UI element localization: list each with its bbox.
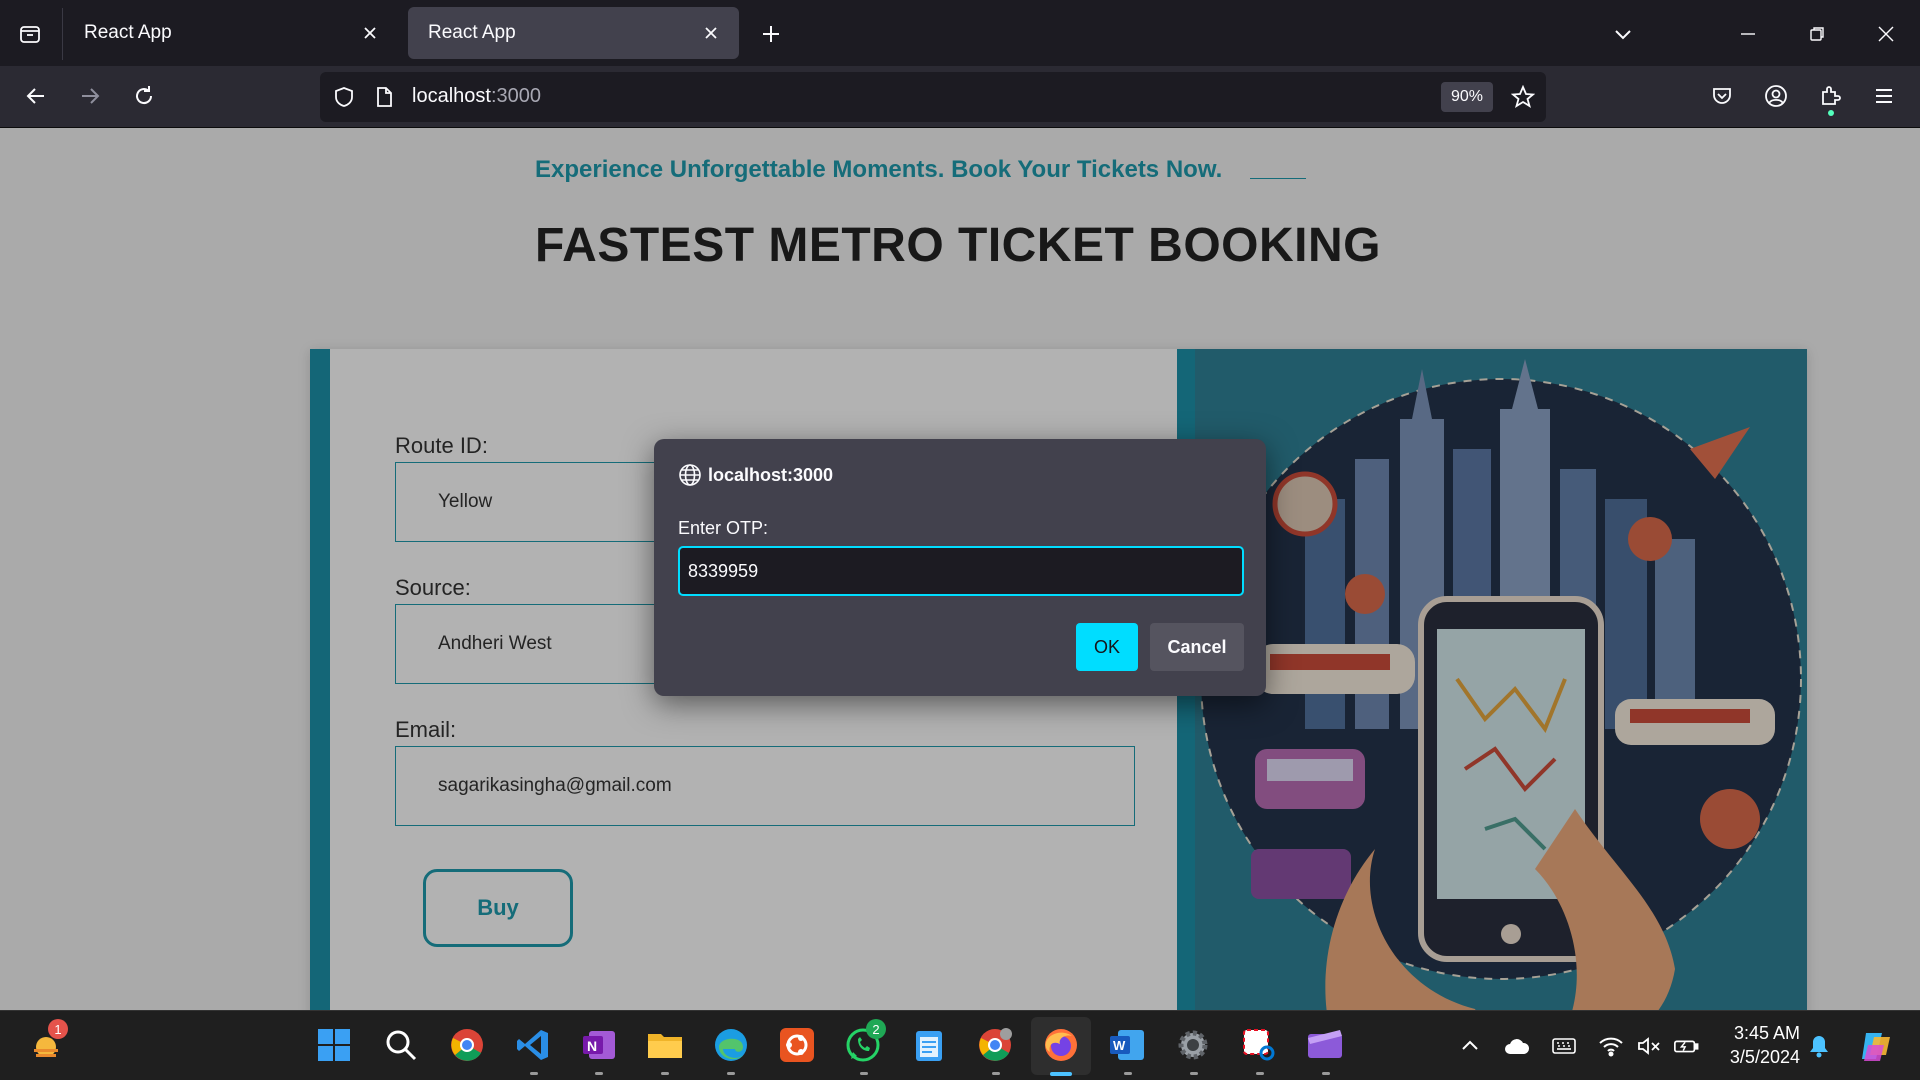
chrome-icon[interactable] [445,1023,489,1067]
edge-icon[interactable] [709,1023,753,1067]
onedrive-cloud-icon[interactable] [1504,1033,1530,1059]
clock-date: 3/5/2024 [1729,1047,1800,1067]
url-port: :3000 [490,85,541,107]
zoom-level-badge[interactable]: 90% [1441,82,1493,112]
clipchamp-icon[interactable] [1303,1023,1347,1067]
firefox-icon[interactable] [1039,1023,1083,1067]
wifi-icon[interactable] [1598,1033,1624,1059]
copilot-icon[interactable] [1858,1027,1896,1065]
close-window-button[interactable] [1866,14,1906,54]
running-indicator [530,1072,538,1075]
navigation-toolbar: localhost:3000 90% [0,66,1920,128]
active-indicator [1050,1072,1072,1076]
running-indicator [1190,1072,1198,1075]
extension-notification-dot [1828,110,1834,116]
new-tab-button[interactable] [755,18,787,50]
whatsapp-badge: 2 [866,1019,886,1039]
minimize-button[interactable] [1728,14,1768,54]
close-icon[interactable] [358,21,382,45]
weather-badge: 1 [48,1019,68,1039]
tab-divider [62,8,63,60]
dialog-origin: localhost:3000 [708,465,834,485]
chevron-up-icon[interactable] [1457,1033,1483,1059]
page-info-icon[interactable] [370,83,398,111]
windows-start-icon[interactable] [312,1023,356,1067]
menu-hamburger-icon[interactable] [1864,76,1904,116]
system-clock[interactable]: 3:45 AM 3/5/2024 [1720,1021,1800,1069]
shield-icon[interactable] [330,83,358,111]
running-indicator [1124,1072,1132,1075]
restore-button[interactable] [1797,14,1837,54]
tab-title: React App [84,22,172,43]
snipping-tool-icon[interactable] [1237,1023,1281,1067]
notepad-icon[interactable] [907,1023,951,1067]
otp-prompt-dialog: localhost:3000 Enter OTP: 8339959 OK Can… [654,439,1266,696]
running-indicator [661,1072,669,1075]
url-text[interactable]: localhost:3000 [412,85,541,108]
svg-text:N: N [587,1038,597,1054]
running-indicator [1256,1072,1264,1075]
file-explorer-icon[interactable] [643,1023,687,1067]
pocket-icon[interactable] [1702,76,1742,116]
volume-muted-icon[interactable] [1636,1033,1662,1059]
settings-gear-icon[interactable] [1171,1023,1215,1067]
notification-bell-icon[interactable] [1806,1033,1832,1059]
running-indicator [992,1072,1000,1075]
onenote-icon[interactable]: N [577,1023,621,1067]
tab-react-app-1[interactable]: React App [64,7,398,59]
dialog-message: Enter OTP: [678,518,769,538]
svg-text:W: W [1113,1038,1126,1053]
keyboard-icon[interactable] [1551,1033,1577,1059]
tab-list-chevron-icon[interactable] [1603,14,1643,54]
search-icon[interactable] [379,1023,423,1067]
windows-taskbar: 1 N 2 W 3:45 AM 3/5/2024 [0,1010,1920,1080]
address-bar[interactable]: localhost:3000 90% [320,72,1546,122]
close-icon[interactable] [699,21,723,45]
chrome-profile-icon[interactable] [973,1023,1017,1067]
tab-title: React App [428,22,516,43]
tab-react-app-2[interactable]: React App [408,7,739,59]
running-indicator [860,1072,868,1075]
otp-input[interactable]: 8339959 [678,546,1244,596]
word-icon[interactable]: W [1105,1023,1149,1067]
clock-time: 3:45 AM [1733,1023,1800,1043]
cancel-button[interactable]: Cancel [1150,623,1244,671]
running-indicator [727,1072,735,1075]
vscode-icon[interactable] [511,1023,555,1067]
ok-button[interactable]: OK [1076,623,1138,671]
battery-icon[interactable] [1673,1033,1699,1059]
forward-arrow-icon[interactable] [70,76,110,116]
account-icon[interactable] [1756,76,1796,116]
back-arrow-icon[interactable] [16,76,56,116]
running-indicator [1322,1072,1330,1075]
reload-icon[interactable] [124,76,164,116]
tab-overview-icon[interactable] [12,16,48,52]
tab-bar: React App React App [0,0,1920,66]
bookmark-star-icon[interactable] [1509,83,1537,111]
url-host: localhost [412,85,491,107]
extensions-icon[interactable] [1810,76,1850,116]
running-indicator [595,1072,603,1075]
ubuntu-icon[interactable] [775,1023,819,1067]
globe-icon [678,463,702,487]
